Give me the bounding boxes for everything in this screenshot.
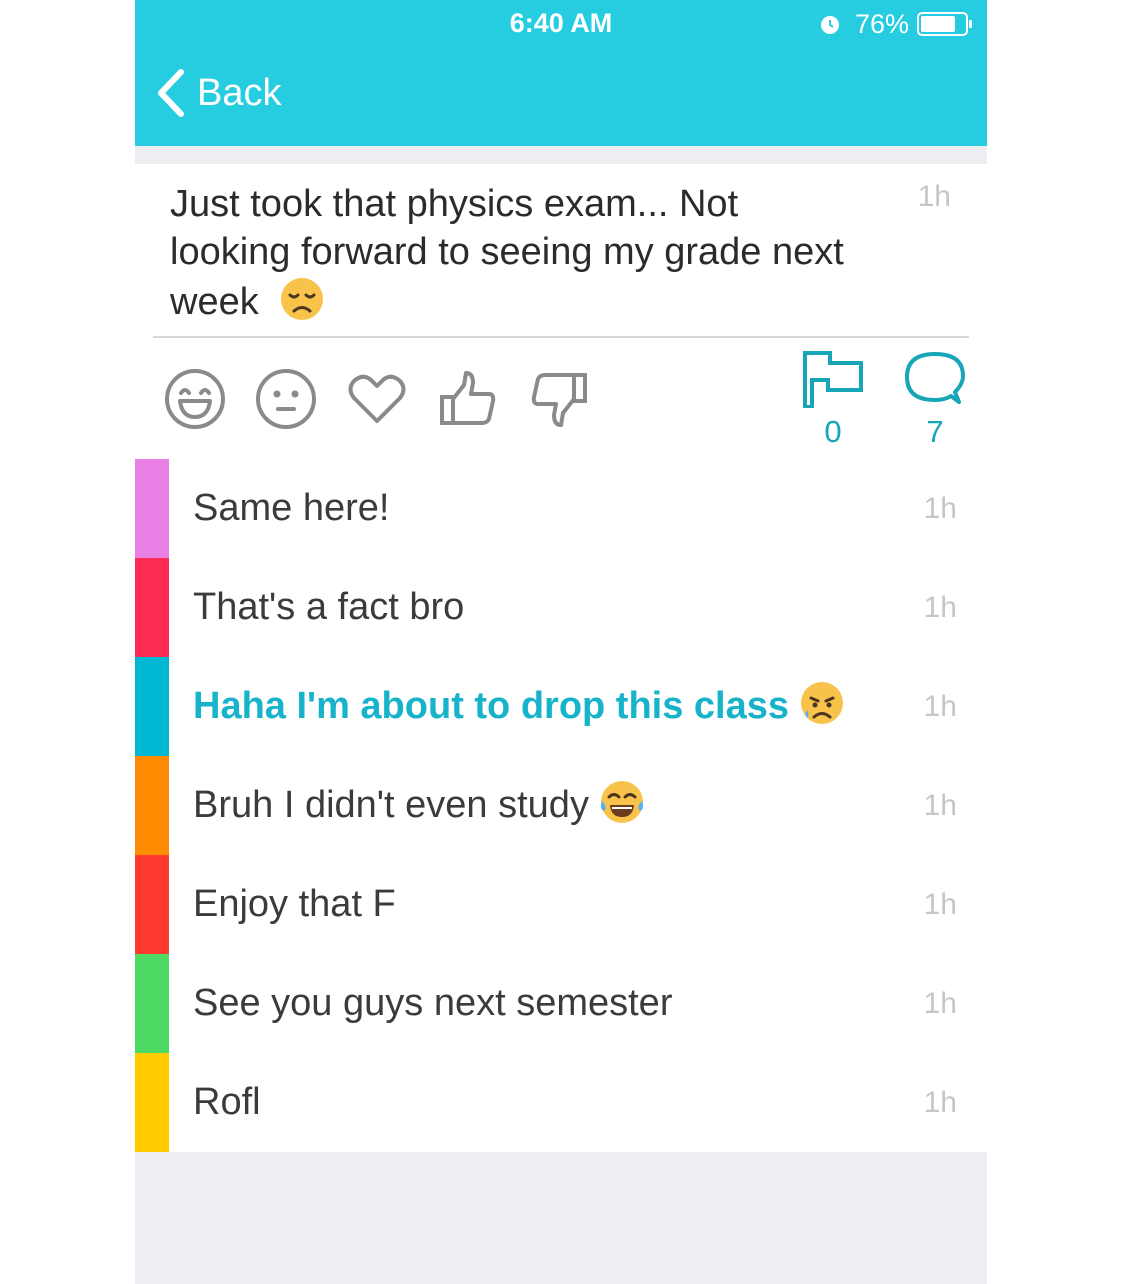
sad-sweat-face-icon — [801, 682, 844, 724]
app-screen: 6:40 AM 76% Back Just took that physics … — [135, 0, 987, 1284]
back-label: Back — [197, 71, 282, 114]
comment-list: Same here! 1h That's a fact bro 1h Haha … — [135, 459, 987, 1152]
post-time: 1h — [917, 180, 951, 213]
battery-icon — [917, 12, 972, 36]
comment-text: See you guys next semester — [193, 982, 673, 1024]
comment-row[interactable]: That's a fact bro 1h — [135, 558, 987, 657]
comment-text: Enjoy that F — [193, 883, 396, 925]
battery-percent: 76% — [854, 8, 909, 39]
comment-color-bar — [135, 459, 169, 558]
comment-color-bar — [135, 756, 169, 855]
comment-count: 7 — [926, 414, 944, 449]
reaction-bar — [163, 364, 618, 434]
comment-time: 1h — [923, 789, 957, 822]
comment-row[interactable]: Enjoy that F 1h — [135, 855, 987, 954]
comment-color-bar — [135, 657, 169, 756]
comment-text: Bruh I didn't even study — [193, 756, 645, 855]
flag-count: 0 — [824, 414, 842, 449]
comment-body: Haha I'm about to drop this class — [193, 685, 790, 727]
comment-row[interactable]: Same here! 1h — [135, 459, 987, 558]
comment-color-bar — [135, 558, 169, 657]
tears-of-joy-face-icon — [600, 781, 644, 823]
comment-row[interactable]: Rofl 1h — [135, 1053, 987, 1152]
status-right: 76% — [819, 8, 973, 40]
post-body: Just took that physics exam... Not looki… — [170, 183, 844, 323]
thumbs-up-icon[interactable] — [436, 367, 500, 431]
comment-time: 1h — [923, 987, 957, 1020]
heart-icon[interactable] — [345, 367, 409, 431]
post-text: Just took that physics exam... Not looki… — [170, 180, 860, 326]
comment-time: 1h — [923, 690, 957, 723]
chevron-left-icon — [158, 69, 184, 117]
comment-color-bar — [135, 855, 169, 954]
back-button[interactable]: Back — [153, 68, 281, 118]
post-card: Just took that physics exam... Not looki… — [135, 164, 987, 459]
top-bar: 6:40 AM 76% Back — [135, 0, 987, 146]
comment-body: Bruh I didn't even study — [193, 784, 589, 826]
alarm-icon — [820, 16, 839, 34]
comment-row[interactable]: See you guys next semester 1h — [135, 954, 987, 1053]
comment-row[interactable]: Bruh I didn't even study 1h — [135, 756, 987, 855]
divider — [153, 336, 969, 338]
comment-color-bar — [135, 1053, 169, 1152]
comment-time: 1h — [923, 492, 957, 525]
comment-text: Rofl — [193, 1081, 261, 1123]
comment-color-bar — [135, 954, 169, 1053]
comment-time: 1h — [923, 1086, 957, 1119]
comment-time: 1h — [923, 591, 957, 624]
speech-bubble-icon — [905, 352, 965, 404]
thumbs-down-icon[interactable] — [527, 367, 591, 431]
comments-button[interactable]: 7 — [895, 350, 975, 450]
neutral-face-icon[interactable] — [254, 367, 318, 431]
disappointed-face-icon — [281, 278, 324, 320]
comment-time: 1h — [923, 888, 957, 921]
separator — [135, 146, 987, 164]
flag-button[interactable]: 0 — [793, 350, 873, 450]
comment-text: Haha I'm about to drop this class — [193, 657, 845, 756]
comment-row[interactable]: Haha I'm about to drop this class 1h — [135, 657, 987, 756]
comment-text: Same here! — [193, 487, 390, 529]
laughing-face-icon[interactable] — [163, 367, 227, 431]
flag-icon — [803, 351, 863, 408]
comment-text: That's a fact bro — [193, 586, 465, 628]
